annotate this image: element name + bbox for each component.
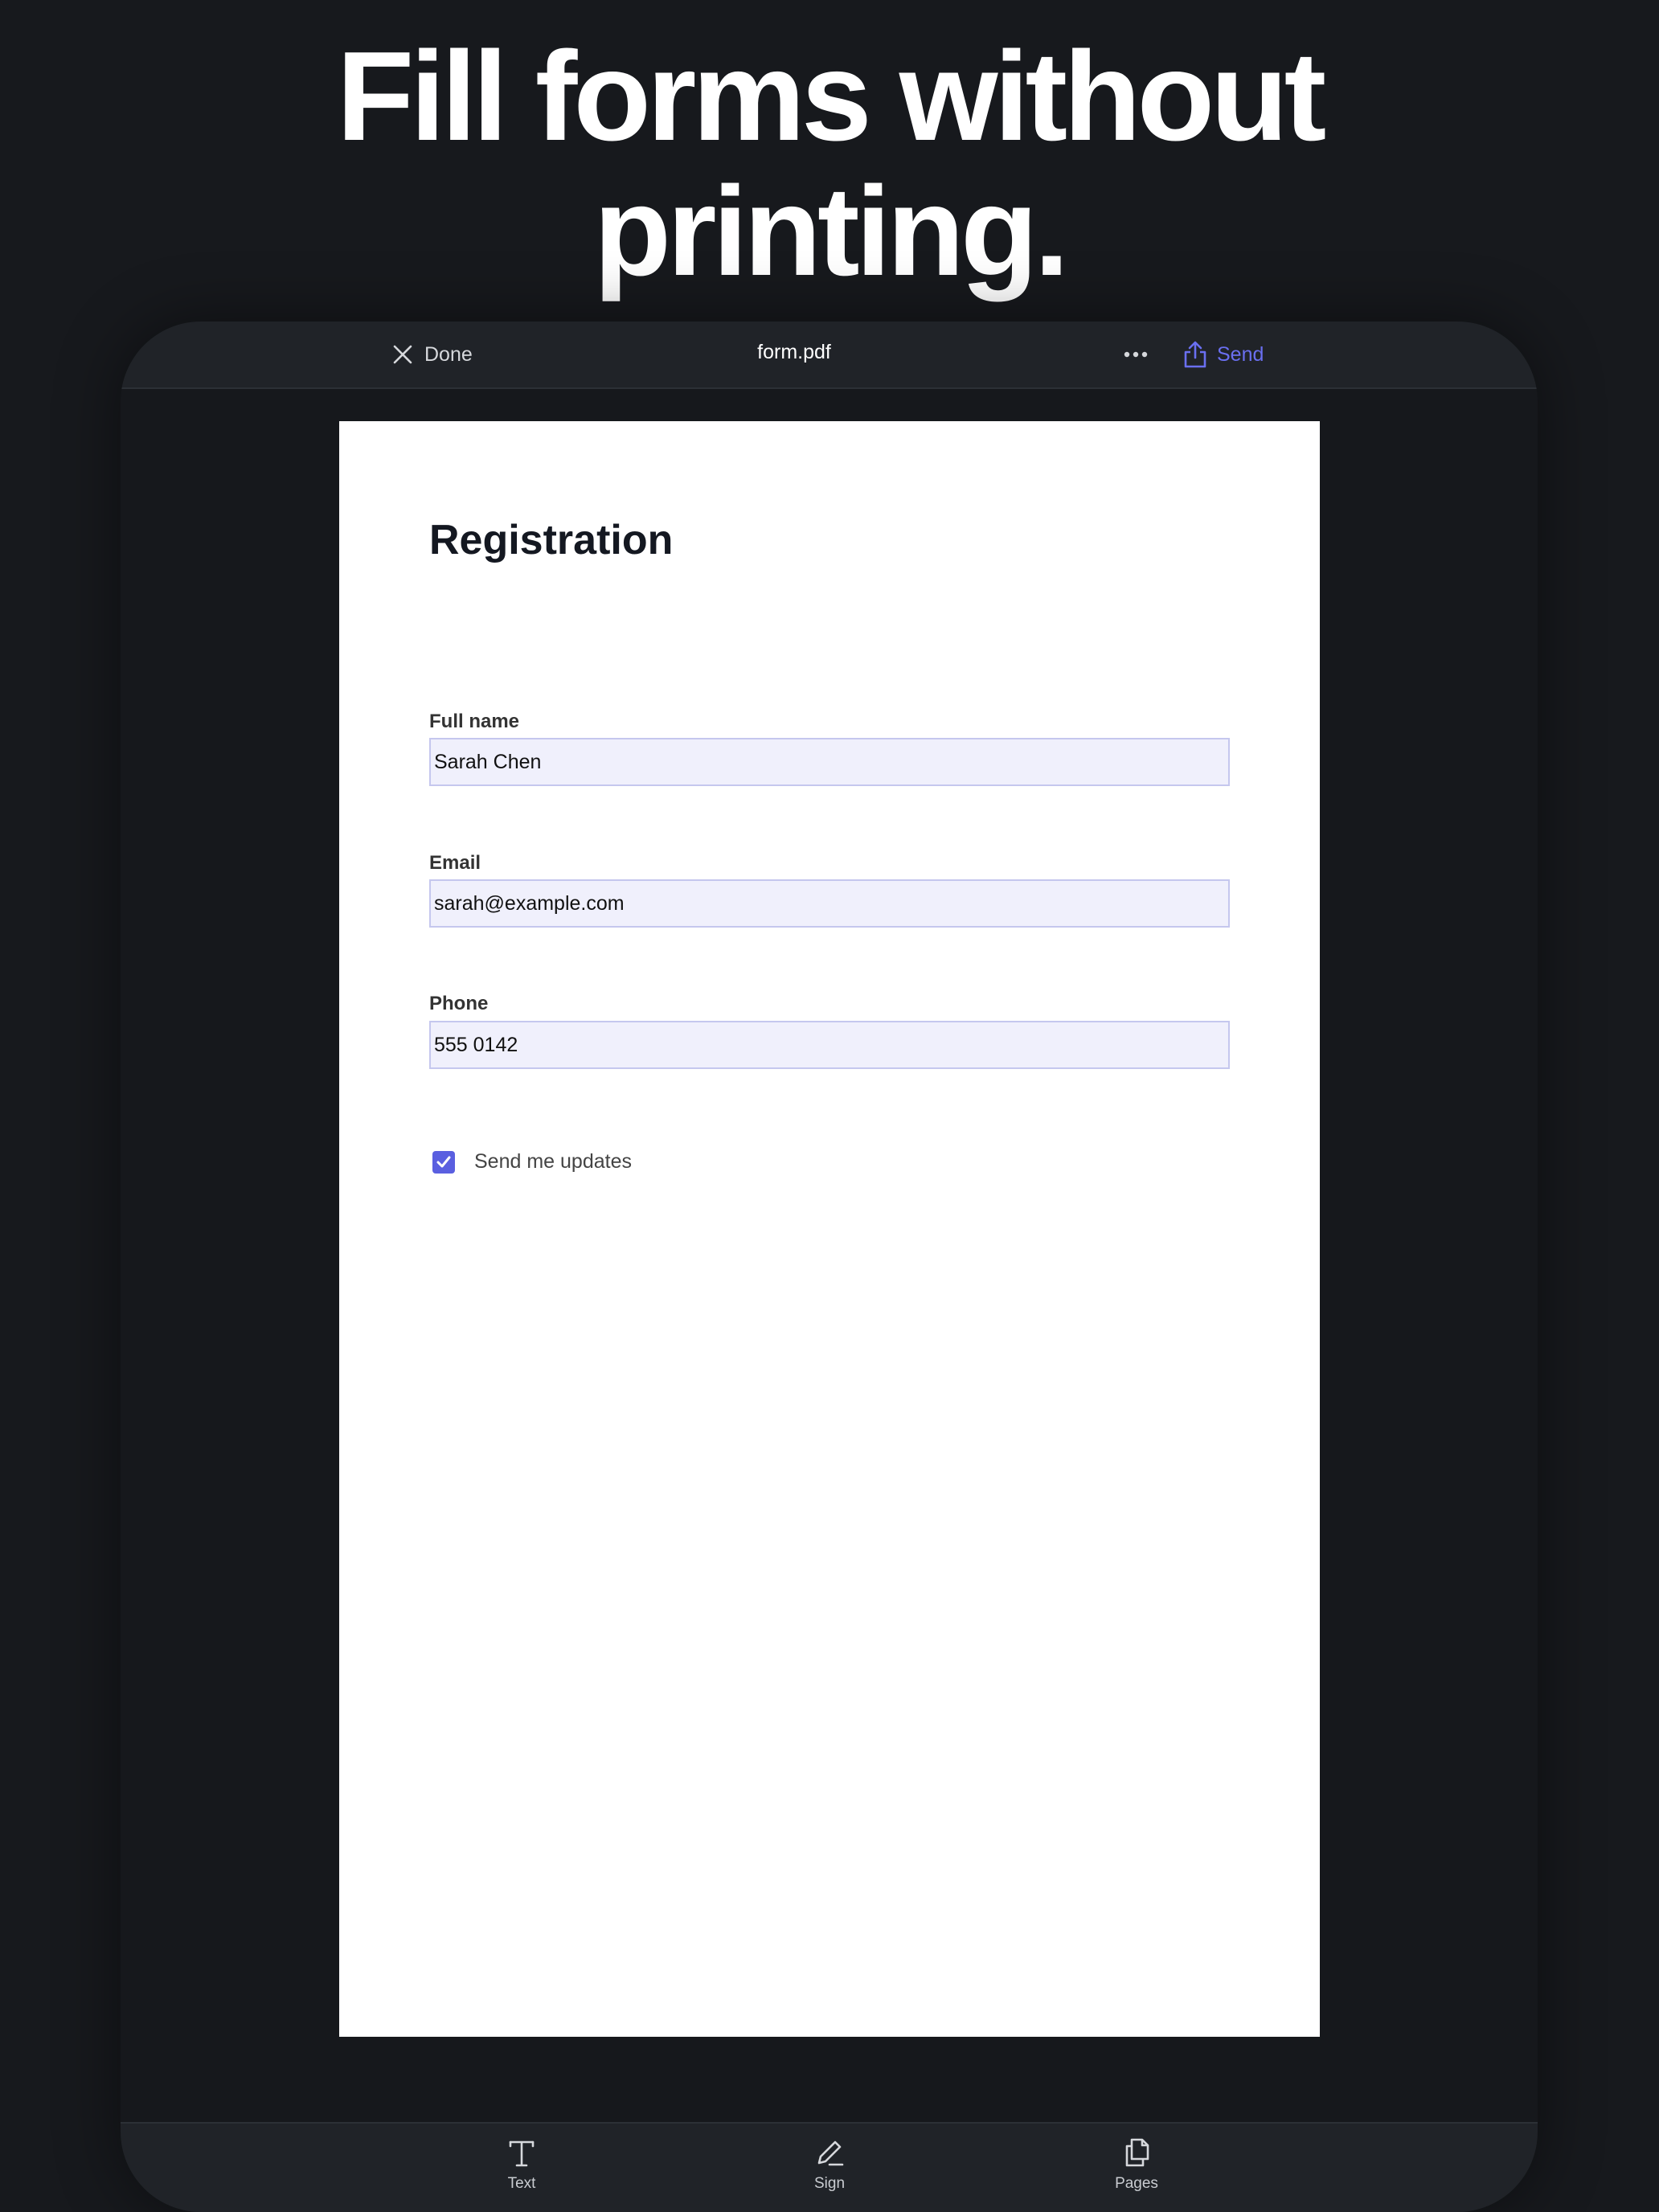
pages-icon <box>1125 2138 1149 2167</box>
ellipsis-icon[interactable] <box>1122 342 1149 367</box>
pdf-page: Registration Full name Sarah Chen Email … <box>339 421 1320 2037</box>
marketing-headline: Fill forms without printing. <box>0 29 1659 299</box>
headline-line-2: printing. <box>593 161 1070 302</box>
updates-checkbox-label: Send me updates <box>474 1150 632 1173</box>
tablet-frame: Done form.pdf Send Registration Full nam… <box>121 322 1538 2212</box>
email-label: Email <box>429 852 481 874</box>
checkmark-icon <box>436 1156 451 1168</box>
sign-tool-button[interactable]: Sign <box>773 2136 886 2193</box>
email-field[interactable]: sarah@example.com <box>429 879 1230 928</box>
send-button[interactable]: Send <box>1183 338 1264 371</box>
full-name-field[interactable]: Sarah Chen <box>429 738 1230 786</box>
share-icon <box>1184 341 1206 368</box>
full-name-label: Full name <box>429 711 520 732</box>
top-navigation-bar: Done form.pdf Send <box>121 322 1538 389</box>
pages-tool-label: Pages <box>1115 2175 1158 2192</box>
text-tool-label: Text <box>507 2175 536 2192</box>
document-title: form.pdf <box>757 341 831 363</box>
phone-field[interactable]: 555 0142 <box>429 1021 1230 1069</box>
send-label: Send <box>1217 342 1264 366</box>
headline-line-1: Fill forms without <box>336 26 1327 167</box>
pen-icon <box>817 2140 844 2166</box>
sign-tool-label: Sign <box>813 2175 846 2192</box>
bottom-toolbar: Text Sign Pages <box>121 2122 1538 2212</box>
text-icon <box>509 2140 535 2167</box>
form-title: Registration <box>429 517 674 563</box>
phone-label: Phone <box>429 993 489 1014</box>
pages-tool-button[interactable]: Pages <box>1080 2136 1193 2193</box>
updates-checkbox[interactable] <box>432 1151 455 1174</box>
text-tool-button[interactable]: Text <box>465 2136 578 2193</box>
